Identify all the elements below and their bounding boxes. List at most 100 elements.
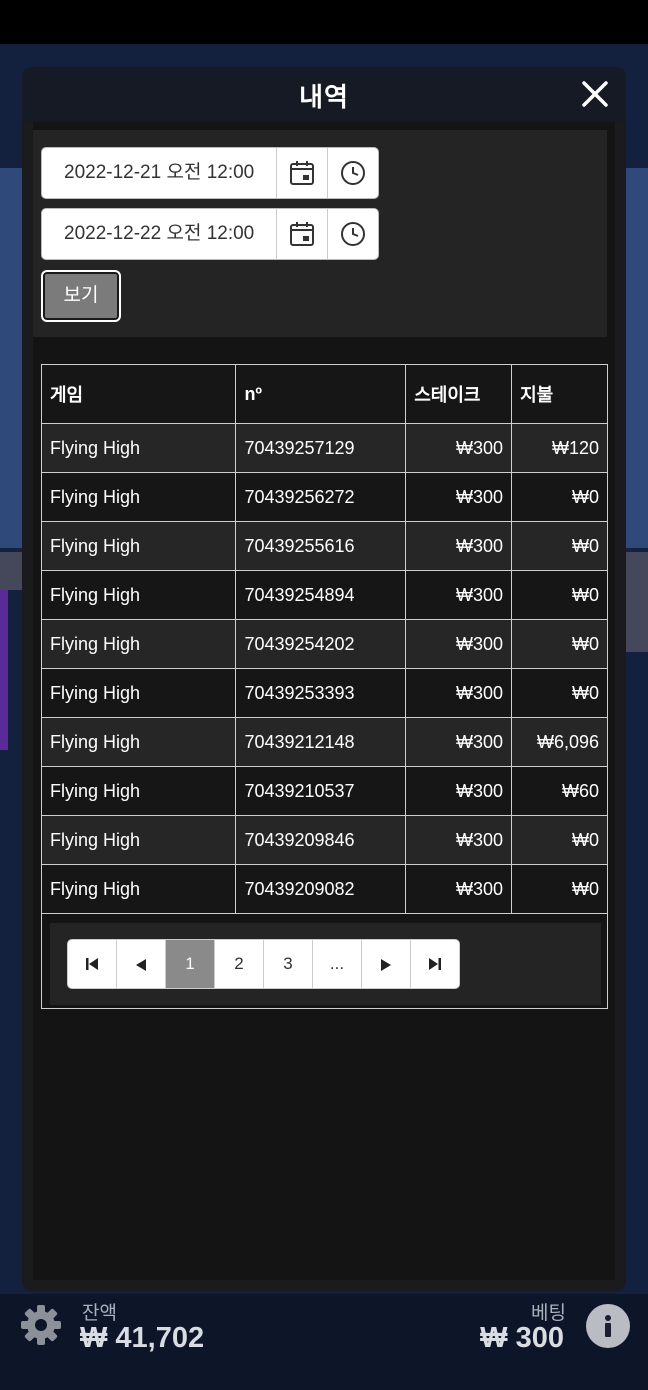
cell-stake: ₩300 — [405, 521, 513, 571]
cell-game: Flying High — [40, 668, 237, 718]
cell-payout: ₩0 — [511, 619, 608, 669]
table-row[interactable]: Flying High 70439212148 ₩300 ₩6,096 — [40, 717, 608, 767]
cell-game: Flying High — [40, 717, 237, 767]
pagination-area: 1 2 3 ... — [50, 923, 601, 1005]
cell-number: 70439256272 — [235, 472, 407, 522]
info-button[interactable] — [586, 1304, 630, 1348]
cell-game: Flying High — [40, 423, 237, 473]
prev-page-icon — [136, 959, 146, 971]
table-row[interactable]: Flying High 70439254202 ₩300 ₩0 — [40, 619, 608, 669]
cell-payout: ₩6,096 — [511, 717, 608, 767]
view-button[interactable]: 보기 — [41, 270, 121, 322]
to-clock-button[interactable] — [327, 209, 378, 259]
to-calendar-button[interactable] — [276, 209, 327, 259]
cell-game: Flying High — [40, 815, 237, 865]
cell-stake: ₩300 — [405, 864, 513, 914]
table-row[interactable]: Flying High 70439256272 ₩300 ₩0 — [40, 472, 608, 522]
cell-payout: ₩0 — [511, 668, 608, 718]
bet-value: ₩ 300 — [480, 1322, 564, 1354]
from-datetime-input[interactable]: 2022-12-21 오전 12:00 — [42, 148, 276, 198]
first-page-icon — [86, 958, 98, 970]
cell-payout: ₩0 — [511, 815, 608, 865]
calendar-icon — [290, 161, 314, 185]
cell-game: Flying High — [40, 766, 237, 816]
close-icon — [582, 81, 608, 107]
first-page-button[interactable] — [68, 940, 117, 988]
cell-number: 70439212148 — [235, 717, 407, 767]
page-2-button[interactable]: 2 — [215, 940, 264, 988]
clock-icon — [341, 222, 365, 246]
calendar-icon — [290, 222, 314, 246]
table-row[interactable]: Flying High 70439210537 ₩300 ₩60 — [40, 766, 608, 816]
page-ellipsis-button[interactable]: ... — [313, 940, 362, 988]
pagination: 1 2 3 ... — [67, 939, 460, 989]
cell-game: Flying High — [40, 619, 237, 669]
cell-stake: ₩300 — [405, 619, 513, 669]
table-row[interactable]: Flying High 70439209846 ₩300 ₩0 — [40, 815, 608, 865]
cell-number: 70439209846 — [235, 815, 407, 865]
modal-title: 내역 — [299, 82, 349, 112]
cell-payout: ₩60 — [511, 766, 608, 816]
cell-game: Flying High — [40, 521, 237, 571]
table-row[interactable]: Flying High 70439253393 ₩300 ₩0 — [40, 668, 608, 718]
table-row[interactable]: Flying High 70439257129 ₩300 ₩120 — [40, 423, 608, 473]
header-stake: 스테이크 — [405, 364, 513, 424]
cell-number: 70439254894 — [235, 570, 407, 620]
table-row[interactable]: Flying High 70439209082 ₩300 ₩0 — [40, 864, 608, 914]
bet-label: 베팅 — [531, 1303, 566, 1324]
cell-payout: ₩0 — [511, 864, 608, 914]
cell-number: 70439255616 — [235, 521, 407, 571]
table-row[interactable]: Flying High 70439254894 ₩300 ₩0 — [40, 570, 608, 620]
history-table-container: 게임 nº 스테이크 지불 Flying High 70439257129 ₩300… — [40, 364, 608, 1009]
cell-number: 70439209082 — [235, 864, 407, 914]
page-1-button[interactable]: 1 — [166, 940, 215, 988]
cell-number: 70439254202 — [235, 619, 407, 669]
cell-game: Flying High — [40, 472, 237, 522]
gear-icon — [21, 1305, 61, 1345]
prev-page-button[interactable] — [117, 940, 166, 988]
cell-payout: ₩0 — [511, 472, 608, 522]
from-datetime-field[interactable]: 2022-12-21 오전 12:00 — [41, 147, 379, 199]
modal-header: 내역 — [22, 67, 626, 122]
game-decoration — [0, 590, 8, 750]
cell-number: 70439253393 — [235, 668, 407, 718]
cell-number: 70439210537 — [235, 766, 407, 816]
cell-stake: ₩300 — [405, 472, 513, 522]
cell-game: Flying High — [40, 864, 237, 914]
close-button[interactable] — [580, 79, 610, 109]
to-datetime-input[interactable]: 2022-12-22 오전 12:00 — [42, 209, 276, 259]
last-page-button[interactable] — [411, 940, 459, 988]
cell-stake: ₩300 — [405, 423, 513, 473]
header-number: nº — [235, 364, 407, 424]
to-datetime-field[interactable]: 2022-12-22 오전 12:00 — [41, 208, 379, 260]
next-page-button[interactable] — [362, 940, 411, 988]
balance-label: 잔액 — [82, 1303, 117, 1324]
date-filter-panel: 2022-12-21 오전 12:00 2022-12-22 오전 12:00 … — [33, 130, 607, 337]
history-table: 게임 nº 스테이크 지불 Flying High 70439257129 ₩300… — [40, 364, 608, 914]
cell-stake: ₩300 — [405, 668, 513, 718]
history-modal: 내역 2022-12-21 오전 12:00 2022-12-22 오전 12:… — [22, 67, 626, 1291]
cell-payout: ₩120 — [511, 423, 608, 473]
page-3-button[interactable]: 3 — [264, 940, 313, 988]
balance-value: ₩ 41,702 — [80, 1322, 205, 1354]
next-page-icon — [381, 959, 391, 971]
info-icon — [605, 1315, 611, 1337]
cell-stake: ₩300 — [405, 570, 513, 620]
header-game: 게임 — [40, 364, 237, 424]
cell-payout: ₩0 — [511, 521, 608, 571]
cell-stake: ₩300 — [405, 717, 513, 767]
table-row[interactable]: Flying High 70439255616 ₩300 ₩0 — [40, 521, 608, 571]
modal-body: 2022-12-21 오전 12:00 2022-12-22 오전 12:00 … — [33, 122, 615, 1280]
cell-number: 70439257129 — [235, 423, 407, 473]
from-calendar-button[interactable] — [276, 148, 327, 198]
cell-stake: ₩300 — [405, 815, 513, 865]
clock-icon — [341, 161, 365, 185]
status-bar — [0, 0, 648, 44]
from-clock-button[interactable] — [327, 148, 378, 198]
settings-button[interactable] — [18, 1302, 64, 1348]
header-payout: 지불 — [511, 364, 608, 424]
table-header-row: 게임 nº 스테이크 지불 — [40, 364, 608, 424]
last-page-icon — [429, 958, 441, 970]
cell-payout: ₩0 — [511, 570, 608, 620]
cell-stake: ₩300 — [405, 766, 513, 816]
